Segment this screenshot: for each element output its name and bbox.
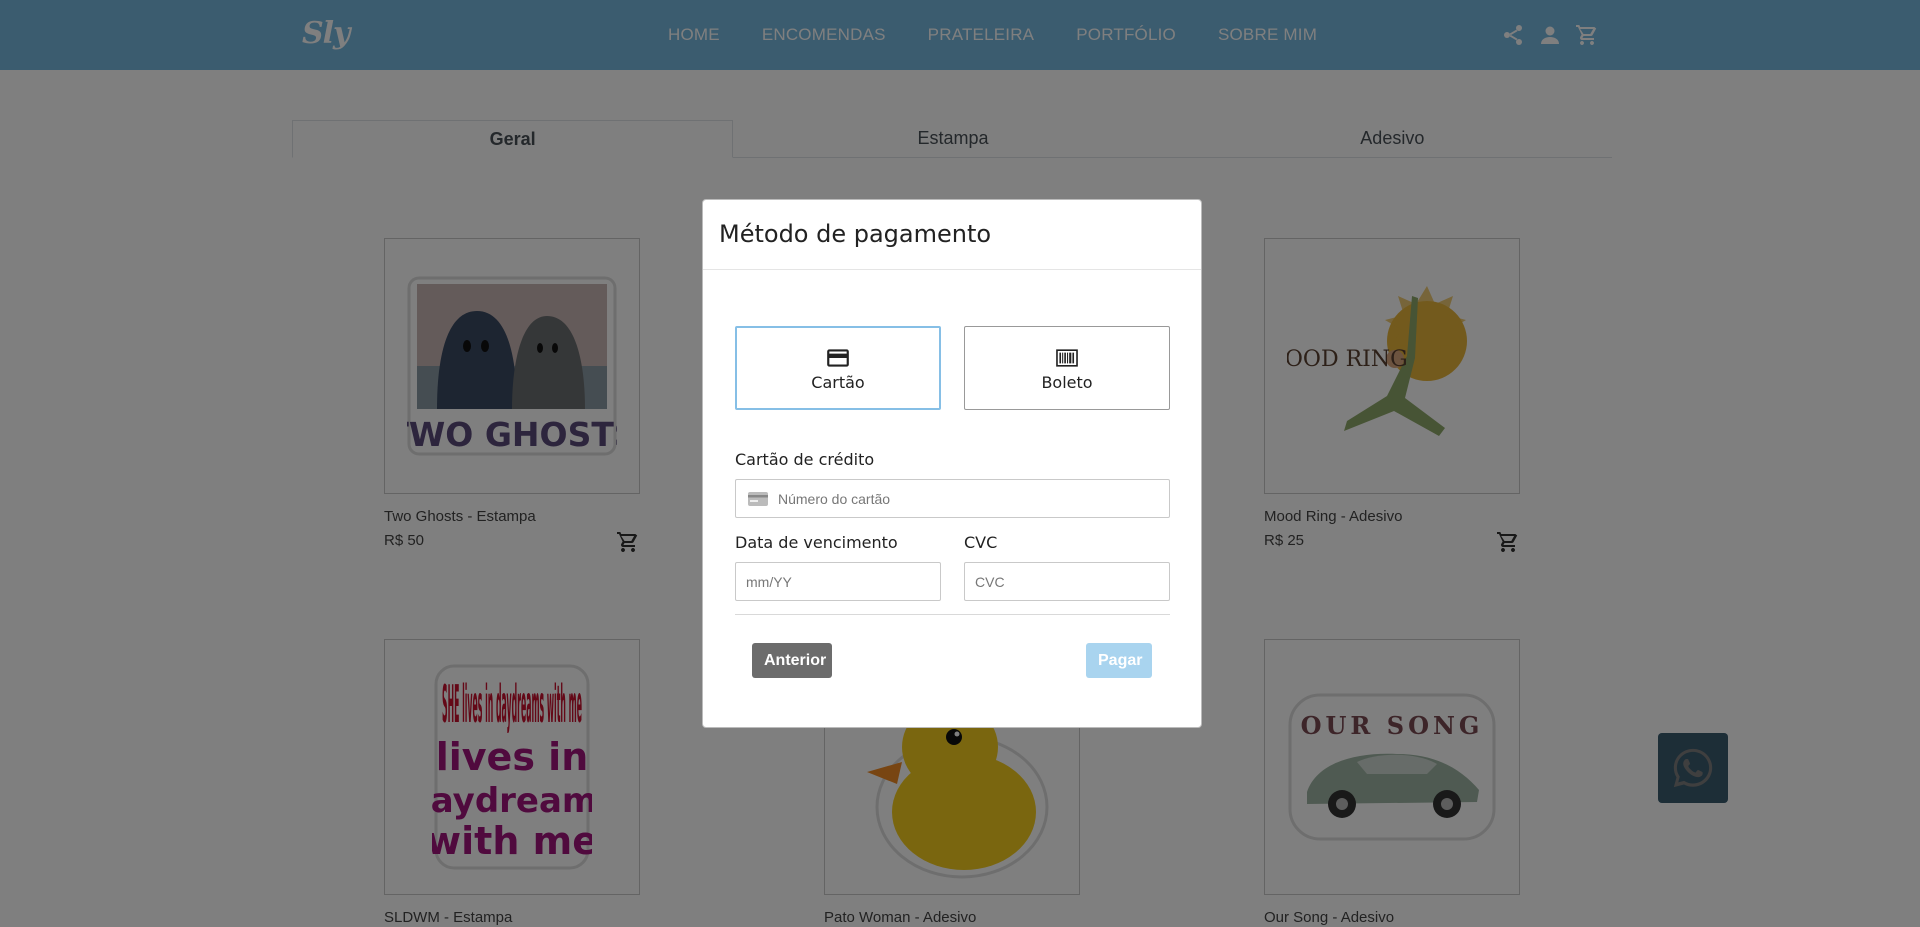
- expiry-label: Data de vencimento: [735, 533, 898, 552]
- expiry-field-wrapper: [735, 562, 941, 601]
- pay-button[interactable]: Pagar: [1086, 643, 1152, 678]
- payment-option-boleto[interactable]: Boleto: [964, 326, 1170, 410]
- payment-modal: Método de pagamento Cartão Boleto Cartão…: [702, 199, 1202, 728]
- card-number-label: Cartão de crédito: [735, 450, 875, 469]
- cvc-field-wrapper: [964, 562, 1170, 601]
- card-brand-icon: [748, 491, 768, 506]
- credit-card-icon: [827, 348, 849, 367]
- cvc-label: CVC: [964, 533, 998, 552]
- form-divider: [735, 614, 1170, 615]
- card-number-input[interactable]: [768, 490, 1169, 507]
- cvc-input[interactable]: [965, 573, 1169, 590]
- card-number-field-wrapper: [735, 479, 1170, 518]
- barcode-icon: [1056, 348, 1078, 367]
- expiry-input[interactable]: [736, 573, 940, 590]
- payment-option-cartao[interactable]: Cartão: [735, 326, 941, 410]
- payment-option-label: Boleto: [1041, 372, 1093, 392]
- modal-title: Método de pagamento: [719, 220, 992, 248]
- previous-button[interactable]: Anterior: [752, 643, 832, 678]
- payment-option-label: Cartão: [811, 372, 865, 392]
- modal-header: Método de pagamento: [703, 200, 1201, 270]
